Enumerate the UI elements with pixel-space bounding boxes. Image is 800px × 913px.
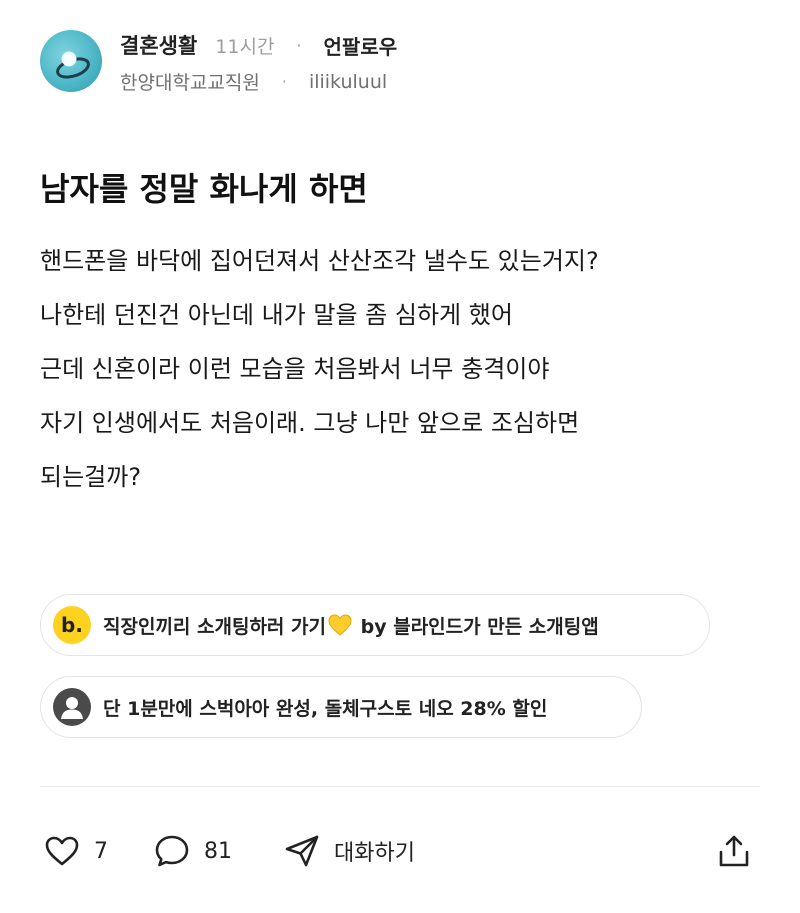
separator-dot: · <box>296 35 302 55</box>
like-count: 7 <box>94 838 108 864</box>
divider <box>40 786 760 787</box>
avatar[interactable] <box>40 30 102 92</box>
yellow-heart-icon <box>328 613 352 636</box>
promo-text-before: 직장인끼리 소개팅하러 가기 <box>103 615 326 638</box>
post-body: 핸드폰을 바닥에 집어던져서 산산조각 낼수도 있는거지? 나한테 던진건 아닌… <box>40 234 760 504</box>
post-header: 결혼생활 11시간 · 언팔로우 한양대학교교직원 · iliikuluul <box>40 28 760 94</box>
promo-text: 단 1분만에 스벅아아 완성, 돌체구스토 네오 28% 할인 <box>103 697 548 720</box>
promo-text: 직장인끼리 소개팅하러 가기 by 블라인드가 만든 소개팅앱 <box>103 612 599 639</box>
meta-line-bottom: 한양대학교교직원 · iliikuluul <box>120 68 387 95</box>
body-line: 자기 인생에서도 처음이래. 그냥 나만 앞으로 조심하면 <box>40 409 580 437</box>
comment-button[interactable]: 81 <box>154 826 232 876</box>
meta-line-top: 결혼생활 11시간 · 언팔로우 <box>120 30 397 60</box>
author-nickname[interactable]: iliikuluul <box>309 71 387 93</box>
body-line: 핸드폰을 바닥에 집어던져서 산산조각 낼수도 있는거지? <box>40 247 599 275</box>
promo-text-after: by 블라인드가 만든 소개팅앱 <box>354 615 599 638</box>
speech-bubble-icon <box>155 835 189 867</box>
share-upload-icon <box>719 835 749 867</box>
comment-count: 81 <box>204 838 232 864</box>
ring-avatar-image <box>56 51 90 79</box>
send-arrow-icon <box>285 835 319 867</box>
body-line: 근데 신혼이라 이런 모습을 처음봐서 너무 충격이야 <box>40 355 550 383</box>
post-title: 남자를 정말 화나게 하면 <box>40 170 368 208</box>
action-bar: 7 81 대화하기 <box>40 826 760 876</box>
chat-button[interactable]: 대화하기 <box>284 826 415 876</box>
post-time: 11시간 <box>215 35 275 58</box>
author-company[interactable]: 한양대학교교직원 <box>120 68 260 95</box>
promo-banner-coffee[interactable]: 단 1분만에 스벅아아 완성, 돌체구스토 네오 28% 할인 <box>40 676 642 738</box>
body-line: 되는걸까? <box>40 463 142 491</box>
chat-label: 대화하기 <box>334 841 415 866</box>
promo-banner-dating[interactable]: b. 직장인끼리 소개팅하러 가기 by 블라인드가 만든 소개팅앱 <box>40 594 710 656</box>
share-button[interactable] <box>716 826 752 876</box>
unfollow-button[interactable]: 언팔로우 <box>324 31 398 60</box>
like-button[interactable]: 7 <box>44 826 108 876</box>
category-label[interactable]: 결혼생활 <box>120 30 197 60</box>
heart-outline-icon <box>45 836 79 866</box>
body-line: 나한테 던진건 아닌데 내가 말을 좀 심하게 했어 <box>40 301 513 329</box>
separator-dot: · <box>281 72 287 91</box>
user-silhouette <box>61 697 83 719</box>
user-circle-icon <box>53 688 91 726</box>
blind-logo-icon: b. <box>53 606 91 644</box>
